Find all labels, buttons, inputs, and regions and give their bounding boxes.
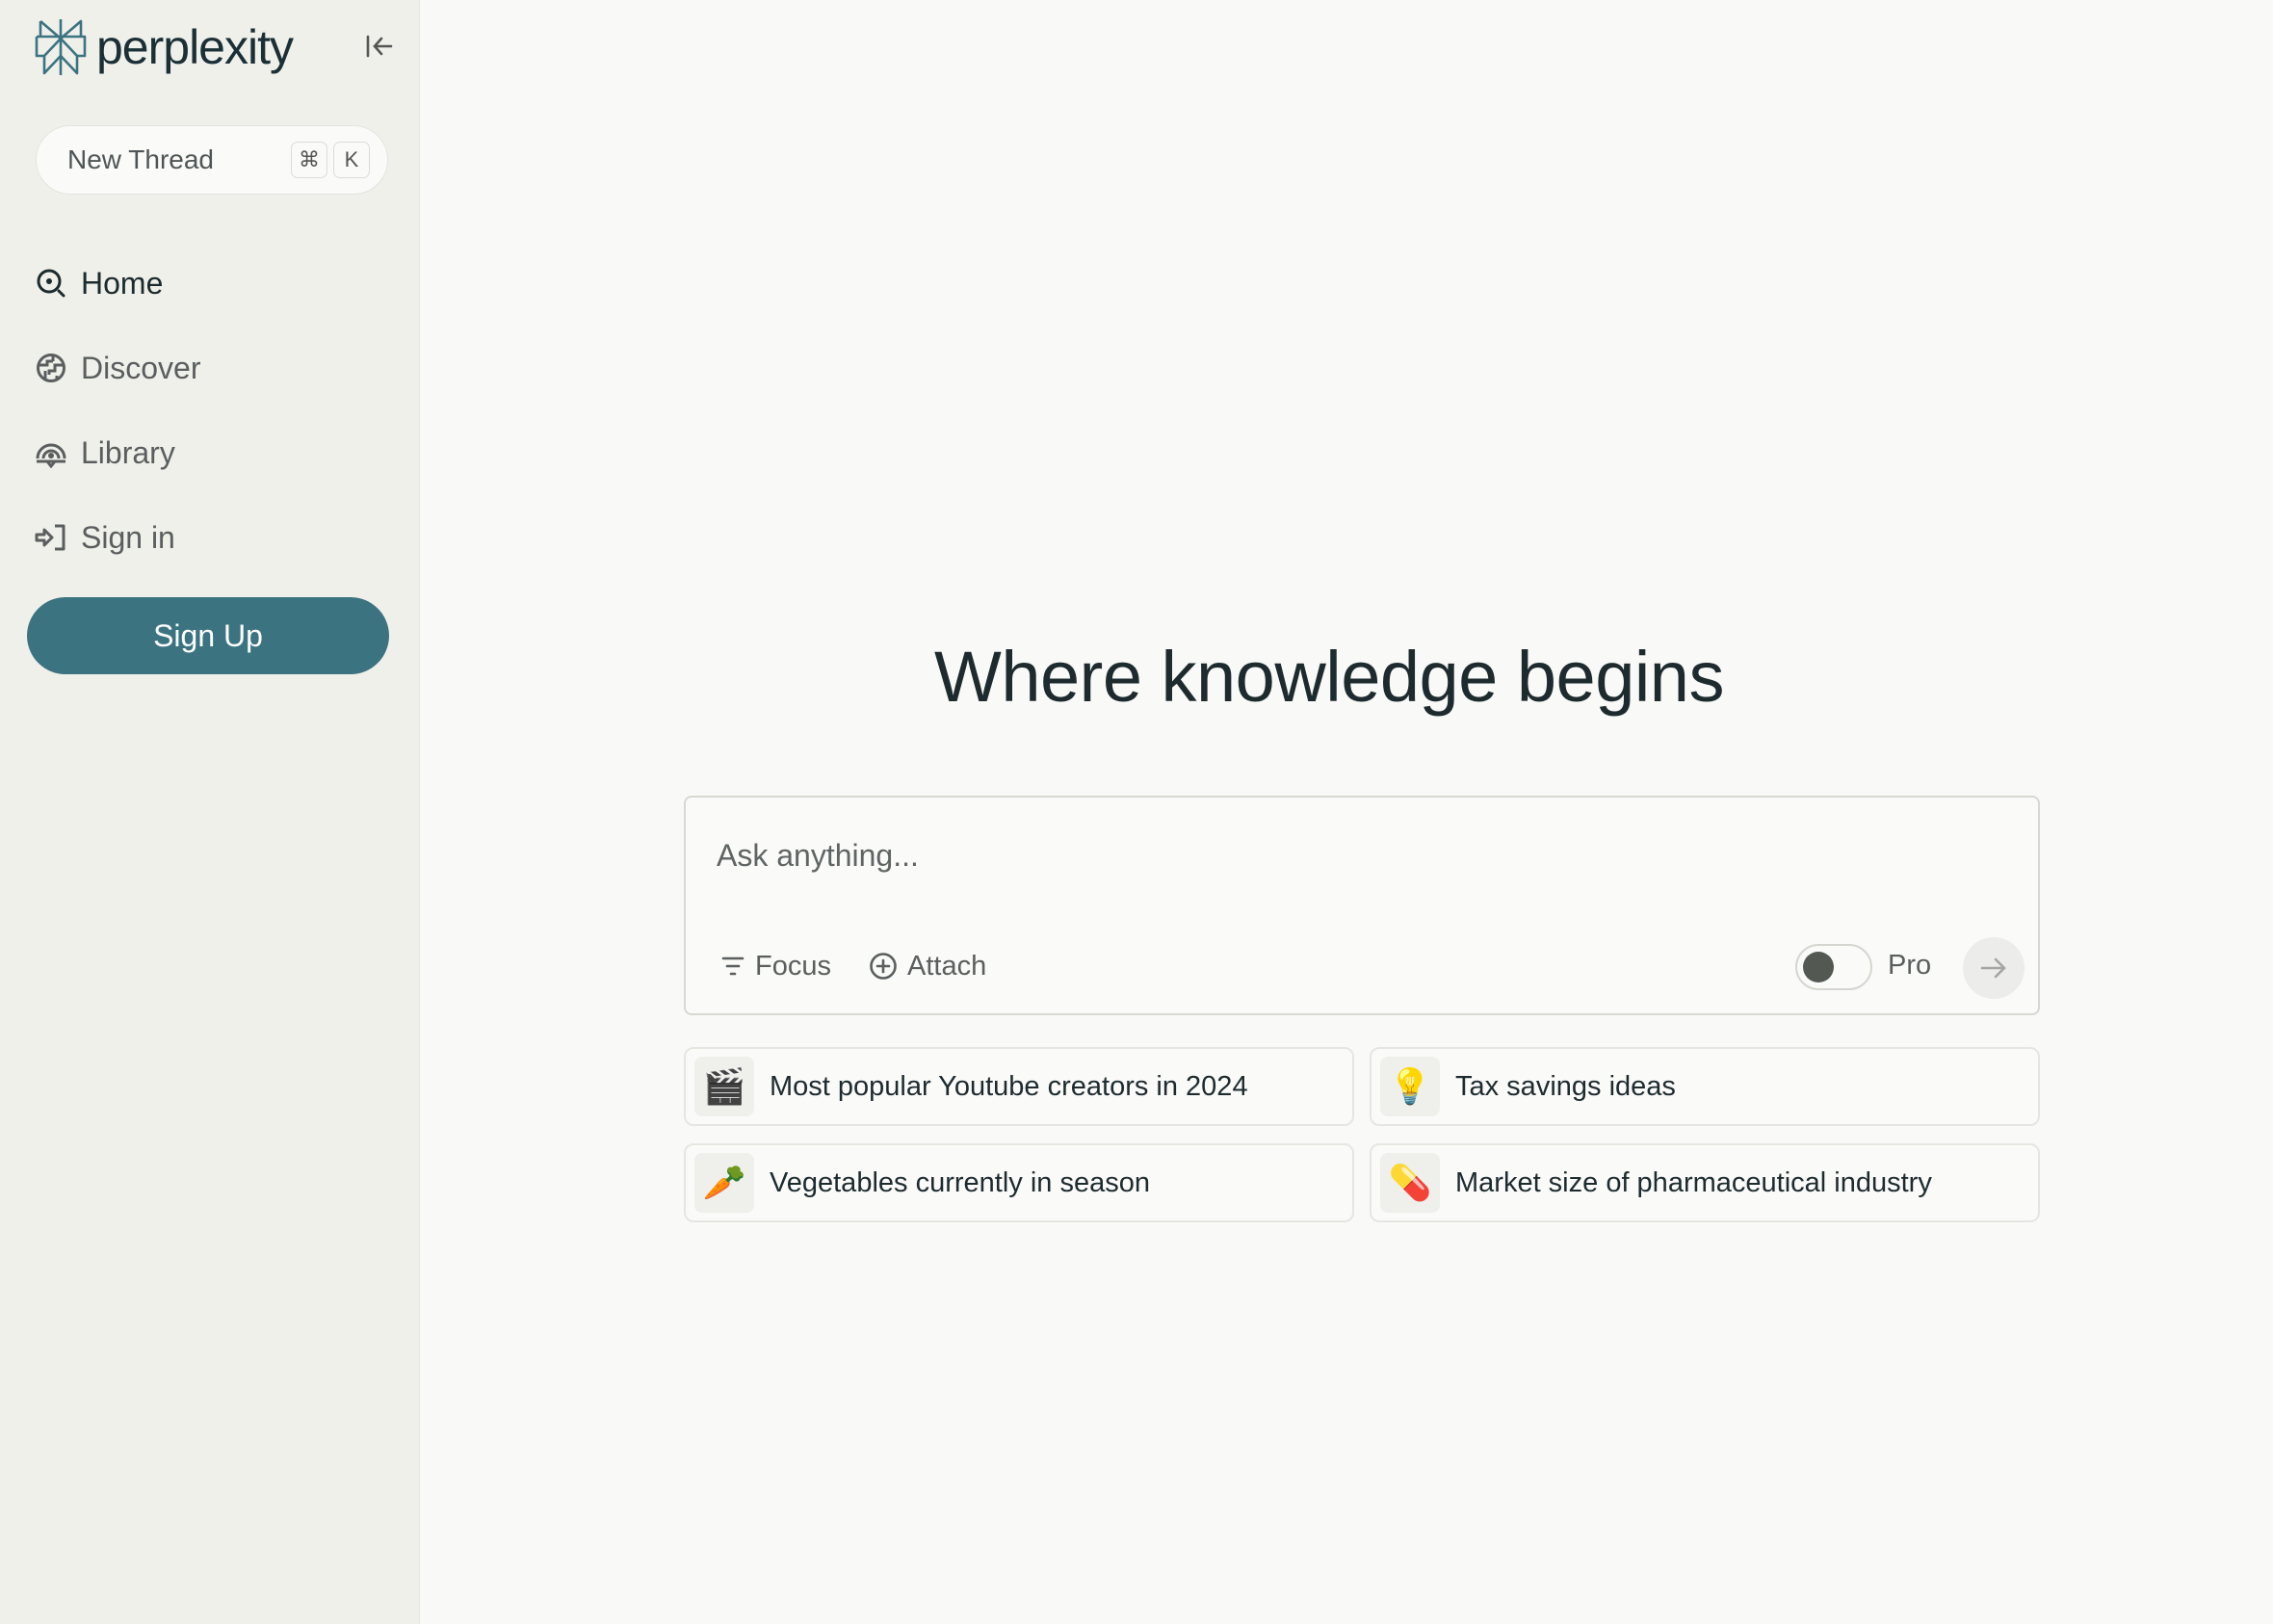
sidebar-item-label: Discover (81, 350, 201, 385)
new-thread-button[interactable]: New Thread ⌘ K (36, 125, 388, 195)
page-title-text: Where knowledge begins (934, 637, 1724, 717)
suggestion-card[interactable]: 🎬 Most popular Youtube creators in 2024 (684, 1047, 1354, 1126)
sidebar-item-sign-in[interactable]: Sign in (35, 495, 401, 580)
suggestion-card[interactable]: 💡 Tax savings ideas (1370, 1047, 2040, 1126)
suggestion-card[interactable]: 💊 Market size of pharmaceutical industry (1370, 1143, 2040, 1222)
search-input[interactable] (717, 826, 1969, 884)
focus-label: Focus (755, 950, 831, 982)
search-circle-icon (35, 267, 67, 300)
submit-button[interactable] (1963, 937, 2025, 999)
page-title: Where knowledge begins (420, 636, 2273, 718)
sign-up-button[interactable]: Sign Up (27, 597, 389, 674)
pill-icon: 💊 (1380, 1153, 1440, 1213)
search-box: Focus Attach Pro (684, 796, 2040, 1015)
brand-name: perplexity (96, 20, 294, 74)
suggestion-card[interactable]: 🥕 Vegetables currently in season (684, 1143, 1354, 1222)
light-bulb-icon: 💡 (1380, 1057, 1440, 1116)
clapper-board-icon: 🎬 (694, 1057, 754, 1116)
sidebar: perplexity New Thread ⌘ K Home Discover … (0, 0, 420, 1624)
sidebar-nav: Home Discover Library Sign in (35, 241, 401, 580)
suggestion-label: Market size of pharmaceutical industry (1455, 1166, 1932, 1198)
focus-button[interactable]: Focus (720, 942, 831, 990)
arrow-right-icon (1980, 957, 2006, 979)
sidebar-item-discover[interactable]: Discover (35, 326, 401, 410)
attach-button[interactable]: Attach (869, 942, 986, 990)
sidebar-item-label: Library (81, 434, 175, 470)
new-thread-label: New Thread (67, 144, 215, 174)
suggestion-label: Most popular Youtube creators in 2024 (770, 1070, 1248, 1102)
sidebar-item-library[interactable]: Library (35, 410, 401, 495)
suggestion-label: Tax savings ideas (1455, 1070, 1676, 1102)
logo[interactable]: perplexity (35, 15, 294, 79)
library-icon (35, 436, 67, 469)
plus-circle-icon (870, 953, 897, 980)
carrot-icon: 🥕 (694, 1153, 754, 1213)
pro-label: Pro (1888, 950, 1932, 981)
pro-toggle[interactable] (1795, 944, 1872, 990)
perplexity-logo-icon (35, 19, 87, 75)
sidebar-item-home[interactable]: Home (35, 241, 401, 326)
shortcut-key-cmd: ⌘ (291, 142, 327, 178)
sidebar-item-label: Home (81, 265, 164, 301)
filter-icon (721, 956, 745, 976)
collapse-sidebar-button[interactable] (362, 29, 397, 64)
sidebar-item-label: Sign in (81, 519, 175, 555)
attach-label: Attach (907, 950, 987, 982)
suggestion-label: Vegetables currently in season (770, 1166, 1150, 1198)
collapse-left-icon (366, 35, 393, 58)
shortcut-key-k: K (333, 142, 370, 178)
globe-icon (35, 352, 67, 384)
sign-in-icon (35, 521, 67, 554)
pro-toggle-knob (1803, 952, 1834, 982)
